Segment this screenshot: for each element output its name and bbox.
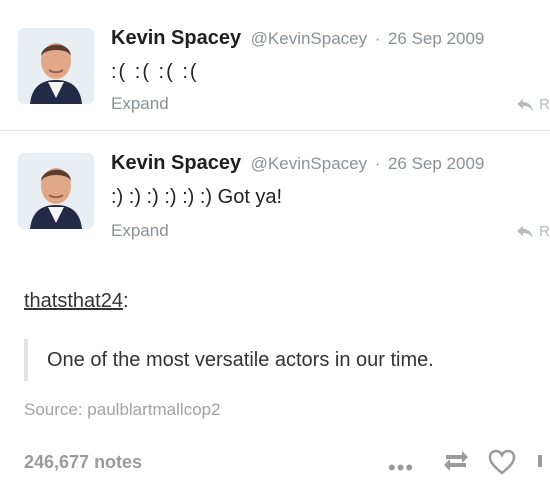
- tweet-card: Kevin Spacey @KevinSpacey · 26 Sep 2009 …: [0, 0, 550, 130]
- separator: ·: [374, 154, 381, 173]
- post-author-line: thatsthat24:: [24, 290, 129, 313]
- post-quote: One of the most versatile actors in our …: [47, 349, 434, 371]
- tweet-author-handle[interactable]: @KevinSpacey: [251, 29, 368, 48]
- post-source[interactable]: Source: paulblartmallcop2: [24, 400, 221, 420]
- post-actions: •••: [380, 449, 550, 481]
- reply-label: R: [539, 223, 550, 240]
- tweet-author-name[interactable]: Kevin Spacey: [111, 27, 241, 49]
- reblog-icon[interactable]: [442, 449, 470, 473]
- avatar[interactable]: [18, 153, 94, 229]
- avatar[interactable]: [18, 28, 94, 104]
- avatar-portrait-icon: [18, 28, 94, 104]
- tweet-author-name[interactable]: Kevin Spacey: [111, 152, 241, 174]
- author-colon: :: [122, 290, 129, 312]
- tweet-date[interactable]: 26 Sep 2009: [388, 154, 484, 173]
- expand-link[interactable]: Expand: [111, 94, 169, 114]
- tweet-date[interactable]: 26 Sep 2009: [388, 29, 484, 48]
- post-author-link[interactable]: thatsthat24: [24, 290, 123, 312]
- overflow-edge: [538, 455, 542, 467]
- tweet-author-handle[interactable]: @KevinSpacey: [251, 154, 368, 173]
- expand-link[interactable]: Expand: [111, 221, 169, 241]
- tweet-card: Kevin Spacey @KevinSpacey · 26 Sep 2009 …: [0, 130, 550, 261]
- tweet-header: Kevin Spacey @KevinSpacey · 26 Sep 2009: [111, 27, 484, 50]
- embedded-tweets: Kevin Spacey @KevinSpacey · 26 Sep 2009 …: [0, 0, 550, 261]
- heart-icon[interactable]: [488, 449, 516, 475]
- avatar-portrait-icon: [18, 153, 94, 229]
- notes-count[interactable]: 246,677 notes: [24, 452, 142, 473]
- separator: ·: [374, 29, 381, 48]
- more-icon[interactable]: •••: [388, 455, 414, 481]
- tweet-text: :( :( :( :(: [111, 61, 199, 83]
- reply-icon: [517, 226, 534, 238]
- reply-button[interactable]: R: [517, 96, 550, 113]
- tweet-header: Kevin Spacey @KevinSpacey · 26 Sep 2009: [111, 152, 484, 175]
- quote-bar: [24, 339, 28, 381]
- reply-button[interactable]: R: [517, 223, 550, 240]
- reply-icon: [517, 99, 534, 111]
- reply-label: R: [539, 96, 550, 113]
- tweet-text: :) :) :) :) :) :) Got ya!: [111, 186, 283, 208]
